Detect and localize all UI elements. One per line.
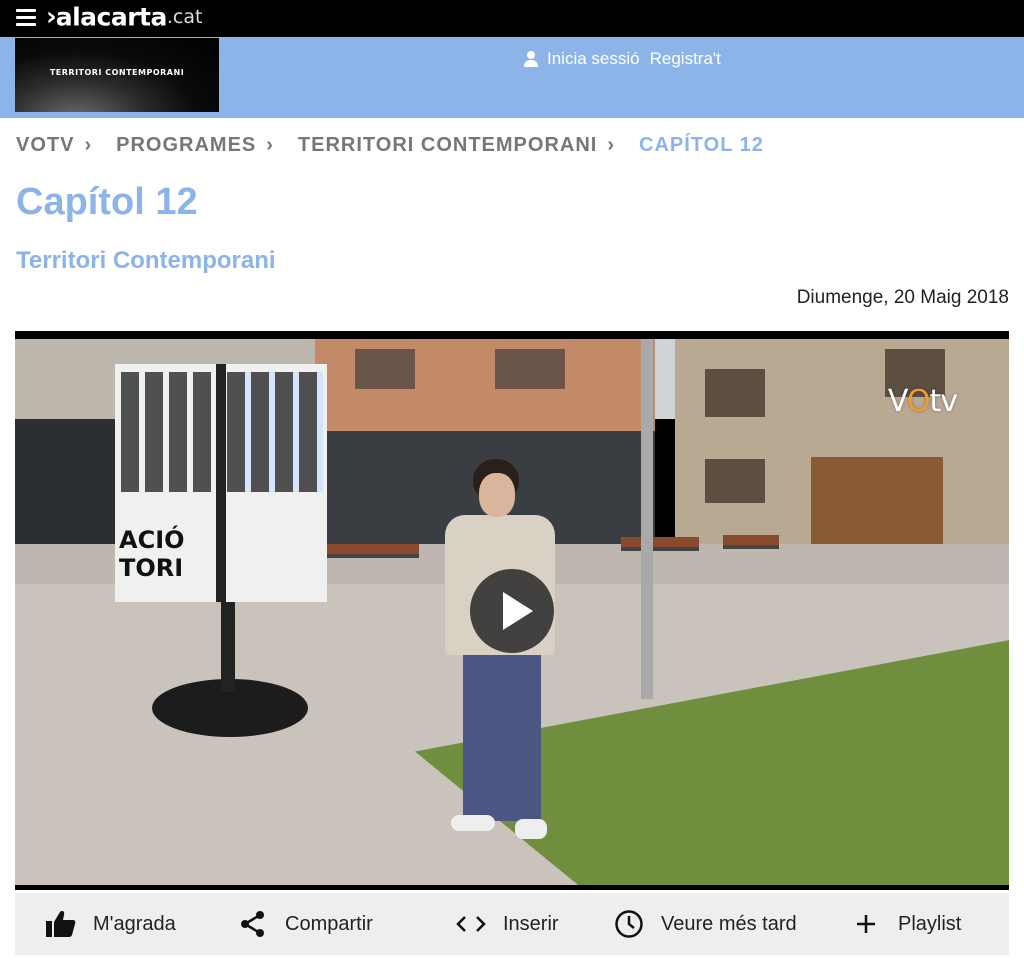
poster-kiosk: ACIÓ TORI [115,364,327,602]
channel-watermark: VOtv [887,384,958,419]
site-logo[interactable]: ›alacarta.cat [46,2,202,34]
breadcrumb-item-current: CAPÍTOL 12 [639,133,764,156]
clock-icon [613,908,645,940]
breadcrumb-item-votv[interactable]: VOTV [16,134,74,157]
play-button[interactable] [470,569,554,653]
page-title: Capítol 12 [16,181,198,223]
thumbs-up-icon [45,908,77,940]
auth-links: Inicia sessió Registra't [524,48,721,70]
watch-later-label: Veure més tard [661,912,797,935]
register-link[interactable]: Registra't [650,49,721,69]
video-player[interactable]: ACIÓ TORI VOtv [15,331,1009,890]
watch-later-button[interactable]: Veure més tard [613,893,797,955]
share-button[interactable]: Compartir [237,893,373,955]
breadcrumb-separator: › [266,133,274,156]
plus-icon [850,908,882,940]
logo-mark: › [46,2,57,32]
share-label: Compartir [285,912,373,935]
poster-text: ACIÓ TORI [119,526,185,582]
playlist-label: Playlist [898,912,962,935]
program-thumbnail[interactable]: TERRITORI CONTEMPORANI [15,38,219,112]
like-label: M'agrada [93,912,176,935]
program-subtitle-link[interactable]: Territori Contemporani [16,247,276,275]
embed-button[interactable]: Inserir [455,893,559,955]
code-icon [455,908,487,940]
header-band: TERRITORI CONTEMPORANI Inicia sessió Reg… [0,37,1024,118]
like-button[interactable]: M'agrada [45,893,176,955]
logo-tld: .cat [166,6,203,28]
login-link[interactable]: Inicia sessió [547,49,640,69]
top-bar: ›alacarta.cat [0,0,1024,37]
user-icon [524,51,538,67]
breadcrumb-separator: › [607,133,616,156]
embed-label: Inserir [503,912,559,935]
share-icon [237,908,269,940]
breadcrumb-item-programes[interactable]: PROGRAMES [116,134,256,157]
breadcrumb-item-program[interactable]: TERRITORI CONTEMPORANI [298,134,597,157]
hamburger-menu-icon[interactable] [16,9,36,27]
program-thumbnail-title: TERRITORI CONTEMPORANI [49,68,185,77]
logo-name: alacarta [55,2,168,32]
action-bar: M'agrada Compartir Inserir Veure més tar… [15,893,1009,955]
breadcrumb: VOTV › PROGRAMES › TERRITORI CONTEMPORAN… [16,133,764,157]
broadcast-date: Diumenge, 20 Maig 2018 [796,287,1009,308]
playlist-button[interactable]: Playlist [850,893,961,955]
breadcrumb-separator: › [84,133,93,156]
